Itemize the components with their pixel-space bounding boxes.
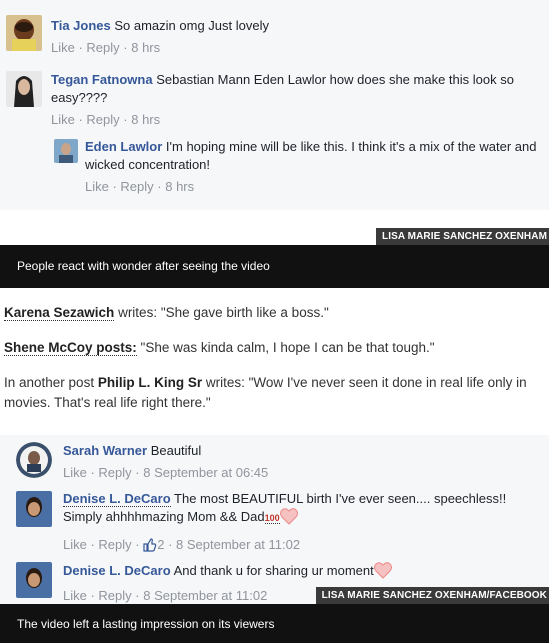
comment-actions: Like · Reply · 8 hrs	[51, 112, 161, 127]
commenter-name[interactable]: Denise L. DeCaro	[63, 563, 171, 578]
facebook-comments-screenshot-top: Tia Jones So amazin omg Just lovely Like…	[0, 0, 549, 210]
paragraph-prefix: In another post	[4, 375, 98, 390]
quote-text: "She was kinda calm, I hope I can be tha…	[136, 340, 435, 355]
like-link[interactable]: Like	[85, 179, 109, 194]
article-paragraph: In another post Philip L. King Sr writes…	[4, 373, 544, 413]
avatar[interactable]	[54, 139, 78, 163]
like-link[interactable]: Like	[51, 40, 75, 55]
comment-actions: Like · Reply · 8 hrs	[51, 40, 161, 55]
reply-link[interactable]: Reply	[86, 112, 119, 127]
comment-time[interactable]: 8 hrs	[131, 40, 160, 55]
comment-actions: Like · Reply · 2 · 8 September at 11:02	[63, 536, 543, 557]
comment: Tegan Fatnowna Sebastian Mann Eden Lawlo…	[51, 71, 547, 129]
comment-time[interactable]: 8 September at 11:02	[176, 537, 300, 552]
like-link[interactable]: Like	[63, 537, 87, 552]
thumbs-up-icon	[143, 538, 157, 557]
like-count[interactable]: 2	[157, 537, 164, 552]
like-link[interactable]: Like	[63, 588, 87, 603]
comment: Tia Jones So amazin omg Just lovely Like…	[51, 17, 541, 57]
commenter-name[interactable]: Eden Lawlor	[85, 139, 162, 154]
facebook-comments-screenshot-bottom: Sarah Warner Beautiful Like · Reply · 8 …	[0, 435, 549, 608]
person-name[interactable]: Karena Sezawich	[4, 305, 115, 321]
image-caption: The video left a lasting impression on i…	[0, 604, 549, 643]
reply-link[interactable]: Reply	[120, 179, 153, 194]
comment-actions: Like · Reply · 8 September at 06:45	[63, 465, 269, 480]
comment-text: And thank u for sharing ur moment	[173, 563, 374, 578]
commenter-name[interactable]: Tia Jones	[51, 18, 111, 33]
like-link[interactable]: Like	[51, 112, 75, 127]
avatar[interactable]	[16, 491, 52, 527]
commenter-name[interactable]: Sarah Warner	[63, 443, 147, 458]
photo-credit: LISA MARIE SANCHEZ OXENHAM/FACEBOOK	[315, 587, 549, 604]
like-link[interactable]: Like	[63, 465, 87, 480]
article-paragraph: Karena Sezawich writes: "She gave birth …	[4, 303, 544, 323]
reply-link[interactable]: Reply	[98, 465, 131, 480]
comment-text: So amazin omg Just lovely	[114, 18, 269, 33]
comment-time[interactable]: 8 hrs	[131, 112, 160, 127]
avatar[interactable]	[16, 562, 52, 598]
comment-time[interactable]: 8 September at 11:02	[143, 588, 267, 603]
avatar[interactable]	[16, 442, 52, 478]
image-caption: People react with wonder after seeing th…	[0, 245, 549, 288]
reply-link[interactable]: Reply	[98, 588, 131, 603]
comment: Eden Lawlor I'm hoping mine will be like…	[85, 138, 540, 196]
reply-link[interactable]: Reply	[98, 537, 131, 552]
avatar[interactable]	[6, 15, 42, 51]
person-name[interactable]: Philip L. King Sr	[98, 375, 202, 390]
comment-text: Beautiful	[150, 443, 202, 458]
comment: Denise L. DeCaro The most BEAUTIFUL birt…	[63, 490, 543, 557]
heart-icon	[373, 562, 392, 584]
avatar[interactable]	[6, 71, 42, 107]
commenter-name[interactable]: Tegan Fatnowna	[51, 72, 153, 87]
photo-credit: LISA MARIE SANCHEZ OXENHAM	[375, 228, 549, 245]
emoji-100: 100	[264, 513, 280, 524]
comment-time[interactable]: 8 September at 06:45	[143, 465, 268, 480]
comment-actions: Like · Reply · 8 hrs	[85, 179, 195, 194]
comment-time[interactable]: 8 hrs	[165, 179, 194, 194]
quote-text: writes: "She gave birth like a boss."	[114, 305, 329, 320]
comment: Sarah Warner Beautiful Like · Reply · 8 …	[63, 442, 533, 482]
person-name[interactable]: Shene McCoy posts:	[4, 340, 137, 356]
heart-icon	[279, 508, 298, 530]
reply-link[interactable]: Reply	[86, 40, 119, 55]
article-paragraph: Shene McCoy posts: "She was kinda calm, …	[4, 338, 544, 358]
commenter-name[interactable]: Denise L. DeCaro	[63, 491, 171, 507]
